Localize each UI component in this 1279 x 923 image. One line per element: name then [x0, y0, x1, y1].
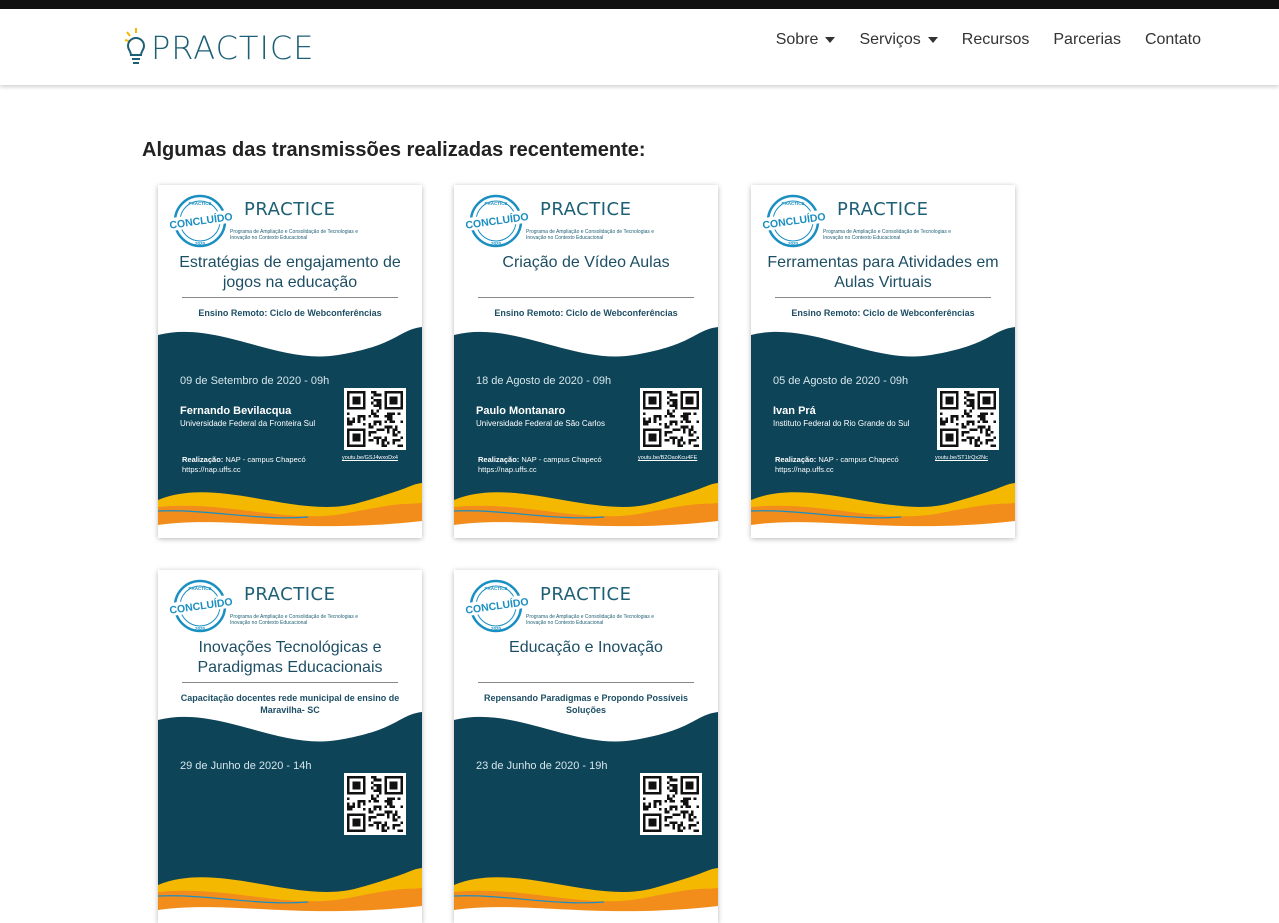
event-card[interactable]: PRACTICE 2020 CONCLUÍDO PRACTICE Program… — [158, 185, 422, 538]
top-bar — [0, 0, 1279, 9]
concluido-badge: PRACTICE 2020 CONCLUÍDO — [462, 194, 533, 248]
nav-label: Sobre — [775, 31, 819, 48]
nav-recursos[interactable]: Recursos — [962, 31, 1030, 49]
nav-label: Recursos — [961, 31, 1030, 48]
site-logo[interactable]: PRACTICE — [123, 25, 314, 71]
card-speaker: Paulo Montanaro — [476, 405, 566, 417]
realizacao-text: NAP - campus Chapecó — [521, 455, 602, 464]
divider — [775, 297, 991, 298]
card-institution: Instituto Federal do Rio Grande do Sul — [773, 419, 910, 428]
qr-code[interactable] — [937, 388, 999, 450]
nav-label: Parcerias — [1053, 31, 1121, 48]
realizacao-label: Realização: — [478, 455, 520, 464]
divider — [478, 682, 694, 683]
realizacao-label: Realização: — [182, 455, 224, 464]
event-card[interactable]: PRACTICE 2020 CONCLUÍDO PRACTICE Program… — [751, 185, 1015, 538]
card-brand: PRACTICE — [837, 199, 929, 220]
card-title: Criação de Vídeo Aulas — [502, 254, 670, 271]
card-brand-subtitle: Programa de Ampliação e Consolidação de … — [823, 229, 952, 241]
card-date: 18 de Agosto de 2020 - 09h — [476, 375, 612, 387]
badge-year-text: 2020 — [195, 241, 206, 246]
divider — [478, 297, 694, 298]
youtube-link[interactable]: youtu.be/GSJ4wxoDx4 — [342, 455, 398, 461]
nav-contato[interactable]: Contato — [1145, 31, 1201, 49]
badge-year-text: 2020 — [195, 626, 206, 631]
card-brand: PRACTICE — [244, 584, 336, 605]
divider — [182, 682, 398, 683]
concluido-badge: PRACTICE 2020 CONCLUÍDO — [166, 579, 237, 633]
logo-text: PRACTICE — [151, 29, 315, 67]
card-brand-subtitle: Programa de Ampliação e Consolidação de … — [526, 614, 655, 626]
realizacao-text: NAP - campus Chapecó — [818, 455, 899, 464]
card-brand: PRACTICE — [244, 199, 336, 220]
card-brand-subtitle: Programa de Ampliação e Consolidação de … — [230, 229, 359, 241]
site-text: https://nap.uffs.cc — [478, 465, 537, 474]
site-text: https://nap.uffs.cc — [775, 465, 834, 474]
concluido-badge: PRACTICE 2020 CONCLUÍDO — [166, 194, 237, 248]
card-speaker: Ivan Prá — [773, 405, 816, 417]
card-title: Ferramentas para Atividades em Aulas Vir… — [767, 254, 999, 291]
card-realizacao: Realização: NAP - campus Chapecó https://… — [478, 455, 602, 475]
card-series: Ensino Remoto: Ciclo de Webconferências — [791, 308, 975, 318]
card-date: 23 de Junho de 2020 - 19h — [476, 760, 608, 772]
card-brand: PRACTICE — [540, 199, 632, 220]
card-title: Inovações Tecnológicas e Paradigmas Educ… — [197, 639, 383, 676]
caret-down-icon — [927, 37, 938, 43]
qr-code[interactable] — [344, 773, 406, 835]
realizacao-label: Realização: — [775, 455, 817, 464]
qr-code[interactable] — [640, 773, 702, 835]
card-brand-subtitle: Programa de Ampliação e Consolidação de … — [230, 614, 359, 626]
card-speaker: Fernando Bevilacqua — [180, 405, 292, 417]
nav-parcerias[interactable]: Parcerias — [1053, 31, 1121, 49]
nav-label: Contato — [1144, 31, 1201, 48]
badge-top-text: PRACTICE — [188, 586, 211, 591]
card-date: 09 de Setembro de 2020 - 09h — [180, 375, 330, 387]
divider — [182, 297, 398, 298]
navbar: PRACTICE Sobre Serviços Recursos Parceri… — [0, 9, 1279, 85]
caret-down-icon — [825, 37, 836, 43]
card-institution: Universidade Federal da Fronteira Sul — [180, 419, 316, 428]
card-title: Estratégias de engajamento de jogos na e… — [179, 254, 401, 291]
realizacao-text: NAP - campus Chapecó — [225, 455, 306, 464]
badge-top-text: PRACTICE — [188, 201, 211, 206]
event-card[interactable]: PRACTICE 2020 CONCLUÍDO PRACTICE Program… — [158, 570, 422, 923]
card-brand: PRACTICE — [540, 584, 632, 605]
card-realizacao: Realização: NAP - campus Chapecó https://… — [775, 455, 899, 475]
badge-year-text: 2020 — [491, 241, 502, 246]
main-nav: Sobre Serviços Recursos Parcerias Contat… — [776, 31, 1201, 49]
youtube-link[interactable]: youtu.be/B2OaoKcu4FE — [638, 455, 697, 461]
card-date: 29 de Junho de 2020 - 14h — [180, 760, 312, 772]
badge-top-text: PRACTICE — [781, 201, 804, 206]
concluido-badge: PRACTICE 2020 CONCLUÍDO — [462, 579, 533, 633]
event-card[interactable]: PRACTICE 2020 CONCLUÍDO PRACTICE Program… — [454, 570, 718, 923]
site-text: https://nap.uffs.cc — [182, 465, 241, 474]
nav-sobre[interactable]: Sobre — [776, 31, 836, 49]
badge-year-text: 2020 — [491, 626, 502, 631]
card-series: Ensino Remoto: Ciclo de Webconferências — [494, 308, 678, 318]
card-brand-subtitle: Programa de Ampliação e Consolidação de … — [526, 229, 655, 241]
lightbulb-icon — [124, 28, 146, 64]
section-heading: Algumas das transmissões realizadas rece… — [142, 139, 646, 161]
concluido-badge: PRACTICE 2020 CONCLUÍDO — [759, 194, 830, 248]
nav-servicos[interactable]: Serviços — [859, 31, 938, 49]
nav-label: Serviços — [859, 31, 921, 48]
qr-code[interactable] — [344, 388, 406, 450]
card-institution: Universidade Federal de São Carlos — [476, 419, 605, 428]
badge-top-text: PRACTICE — [484, 201, 507, 206]
badge-year-text: 2020 — [788, 241, 799, 246]
youtube-link[interactable]: youtu.be/ST1IrQx2Nc — [935, 455, 988, 461]
card-series: Ensino Remoto: Ciclo de Webconferências — [198, 308, 382, 318]
card-realizacao: Realização: NAP - campus Chapecó https://… — [182, 455, 306, 475]
event-card[interactable]: PRACTICE 2020 CONCLUÍDO PRACTICE Program… — [454, 185, 718, 538]
card-date: 05 de Agosto de 2020 - 09h — [773, 375, 909, 387]
card-title: Educação e Inovação — [509, 639, 663, 656]
badge-top-text: PRACTICE — [484, 586, 507, 591]
qr-code[interactable] — [640, 388, 702, 450]
